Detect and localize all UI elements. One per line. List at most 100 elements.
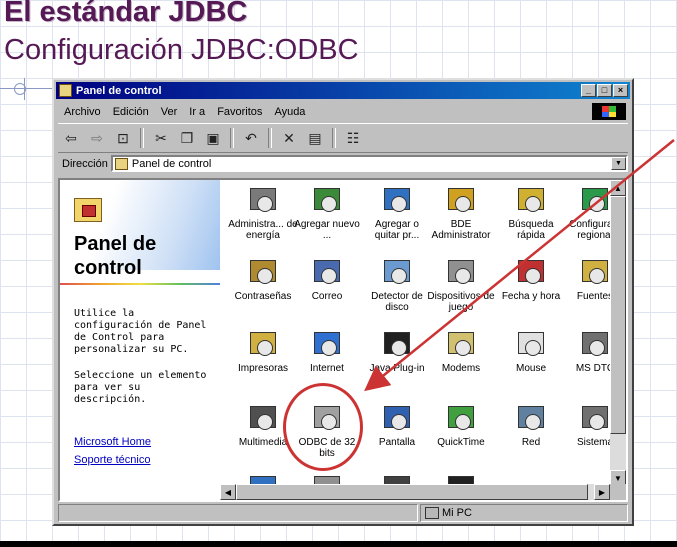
item-label: Modems bbox=[441, 363, 481, 374]
control-panel-item[interactable]: Modems bbox=[426, 328, 496, 374]
window-title: Panel de control bbox=[76, 84, 162, 97]
paste-icon[interactable]: ▣ bbox=[200, 127, 226, 149]
scroll-right-icon[interactable]: ▶ bbox=[594, 484, 610, 500]
views-icon[interactable]: ☷ bbox=[340, 127, 366, 149]
control-panel-item[interactable]: Contraseñas bbox=[228, 256, 298, 302]
up-folder-icon[interactable]: ⊡ bbox=[110, 127, 136, 149]
item-label: Correo bbox=[311, 291, 343, 302]
control-panel-item[interactable]: Internet bbox=[292, 328, 362, 374]
item-label: Administra... de energía bbox=[228, 219, 298, 241]
windows-logo-icon bbox=[592, 103, 626, 120]
control-panel-icon bbox=[74, 198, 102, 222]
applet-icon bbox=[445, 184, 477, 216]
applet-icon bbox=[381, 402, 413, 434]
link-soporte-tecnico[interactable]: Soporte técnico bbox=[74, 454, 150, 466]
control-panel-item[interactable]: Java Plug-in bbox=[362, 328, 432, 374]
control-panel-item[interactable]: Pantalla bbox=[362, 402, 432, 448]
vertical-scrollbar[interactable]: ▲ ▼ bbox=[610, 180, 626, 486]
panel-title: Panel de control bbox=[74, 233, 157, 279]
horizontal-scrollbar[interactable]: ◀ ▶ bbox=[220, 484, 610, 500]
control-panel-item[interactable]: Agregar o quitar pr... bbox=[362, 184, 432, 241]
control-panel-item[interactable]: Administra... de energía bbox=[228, 184, 298, 241]
control-panel-item[interactable]: Dispositivos de juego bbox=[426, 256, 496, 313]
toolbar-separator bbox=[332, 128, 336, 148]
item-label: Agregar o quitar pr... bbox=[374, 219, 420, 241]
copy-icon[interactable]: ❐ bbox=[174, 127, 200, 149]
control-panel-item[interactable]: QuickTime bbox=[426, 402, 496, 448]
menu-edicion[interactable]: Edición bbox=[107, 106, 155, 118]
address-label: Dirección bbox=[62, 157, 108, 170]
icon-grid: Administra... de energía Agregar nuevo ..… bbox=[228, 180, 621, 500]
panel-description: Utilice la configuración de Panel de Con… bbox=[74, 308, 207, 355]
close-button[interactable]: × bbox=[613, 84, 628, 97]
scroll-up-icon[interactable]: ▲ bbox=[610, 180, 626, 196]
menu-ir-a[interactable]: Ir a bbox=[183, 106, 211, 118]
item-label: Mouse bbox=[515, 363, 546, 374]
window-titlebar[interactable]: Panel de control _ □ × bbox=[56, 82, 630, 99]
applet-icon bbox=[515, 184, 547, 216]
applet-icon bbox=[445, 328, 477, 360]
status-location: Mi PC bbox=[442, 507, 472, 519]
toolbar-separator bbox=[268, 128, 272, 148]
item-label: Dispositivos de juego bbox=[427, 291, 495, 313]
chevron-down-icon[interactable]: ▼ bbox=[611, 157, 626, 170]
item-label: Detector de disco bbox=[371, 291, 423, 313]
delete-icon[interactable]: ✕ bbox=[276, 127, 302, 149]
applet-icon bbox=[311, 328, 343, 360]
scroll-thumb[interactable] bbox=[610, 196, 626, 434]
control-panel-item[interactable]: Agregar nuevo ... bbox=[292, 184, 362, 241]
control-panel-icon bbox=[114, 157, 128, 170]
applet-icon bbox=[381, 256, 413, 288]
control-panel-item[interactable]: Red bbox=[496, 402, 566, 448]
maximize-button[interactable]: □ bbox=[597, 84, 612, 97]
control-panel-item[interactable]: Fecha y hora bbox=[496, 256, 566, 302]
address-field[interactable]: Panel de control ▼ bbox=[110, 155, 628, 172]
menu-archivo[interactable]: Archivo bbox=[58, 106, 107, 118]
applet-icon bbox=[579, 256, 611, 288]
properties-icon[interactable]: ▤ bbox=[302, 127, 328, 149]
control-panel-item[interactable]: Mouse bbox=[496, 328, 566, 374]
slide-subtitle: Configuración JDBC:ODBC bbox=[4, 34, 359, 66]
menu-ayuda[interactable]: Ayuda bbox=[268, 106, 311, 118]
status-cell-main bbox=[58, 504, 418, 522]
control-panel-item[interactable]: Correo bbox=[292, 256, 362, 302]
control-panel-item[interactable]: Detector de disco bbox=[362, 256, 432, 313]
applet-icon bbox=[579, 402, 611, 434]
web-view-panel: Panel de control Utilice la configuració… bbox=[60, 180, 220, 500]
link-microsoft-home[interactable]: Microsoft Home bbox=[74, 436, 151, 448]
menu-favoritos[interactable]: Favoritos bbox=[211, 106, 268, 118]
control-panel-item[interactable]: Impresoras bbox=[228, 328, 298, 374]
slide-title: El estándar JDBC bbox=[4, 0, 248, 28]
minimize-button[interactable]: _ bbox=[581, 84, 596, 97]
divider bbox=[60, 283, 220, 285]
applet-icon bbox=[247, 402, 279, 434]
applet-icon bbox=[311, 256, 343, 288]
toolbar-separator bbox=[230, 128, 234, 148]
applet-icon bbox=[381, 184, 413, 216]
applet-icon bbox=[381, 328, 413, 360]
menu-ver[interactable]: Ver bbox=[155, 106, 184, 118]
cut-icon[interactable]: ✂ bbox=[148, 127, 174, 149]
address-bar: Dirección Panel de control ▼ bbox=[58, 153, 628, 174]
scroll-left-icon[interactable]: ◀ bbox=[220, 484, 236, 500]
item-label: Impresoras bbox=[237, 363, 288, 374]
slide-bottom-bar bbox=[0, 541, 677, 547]
item-label: Agregar nuevo ... bbox=[294, 219, 360, 241]
control-panel-item[interactable]: BDE Administrator bbox=[426, 184, 496, 241]
scroll-thumb-horizontal[interactable] bbox=[236, 484, 588, 500]
forward-icon[interactable]: ⇨ bbox=[84, 127, 110, 149]
applet-icon bbox=[247, 328, 279, 360]
control-panel-icon bbox=[59, 84, 72, 97]
window-controls: _ □ × bbox=[581, 84, 628, 97]
item-label: Búsqueda rápida bbox=[508, 219, 554, 241]
item-label: Pantalla bbox=[378, 437, 416, 448]
address-value: Panel de control bbox=[131, 157, 212, 170]
control-panel-item[interactable]: Búsqueda rápida bbox=[496, 184, 566, 241]
menu-bar: Archivo Edición Ver Ir a Favoritos Ayuda bbox=[58, 102, 628, 121]
back-icon[interactable]: ⇦ bbox=[58, 127, 84, 149]
applet-icon bbox=[579, 328, 611, 360]
item-label: Java Plug-in bbox=[369, 363, 425, 374]
applet-icon bbox=[445, 256, 477, 288]
status-cell-location: Mi PC bbox=[420, 504, 628, 522]
undo-icon[interactable]: ↶ bbox=[238, 127, 264, 149]
